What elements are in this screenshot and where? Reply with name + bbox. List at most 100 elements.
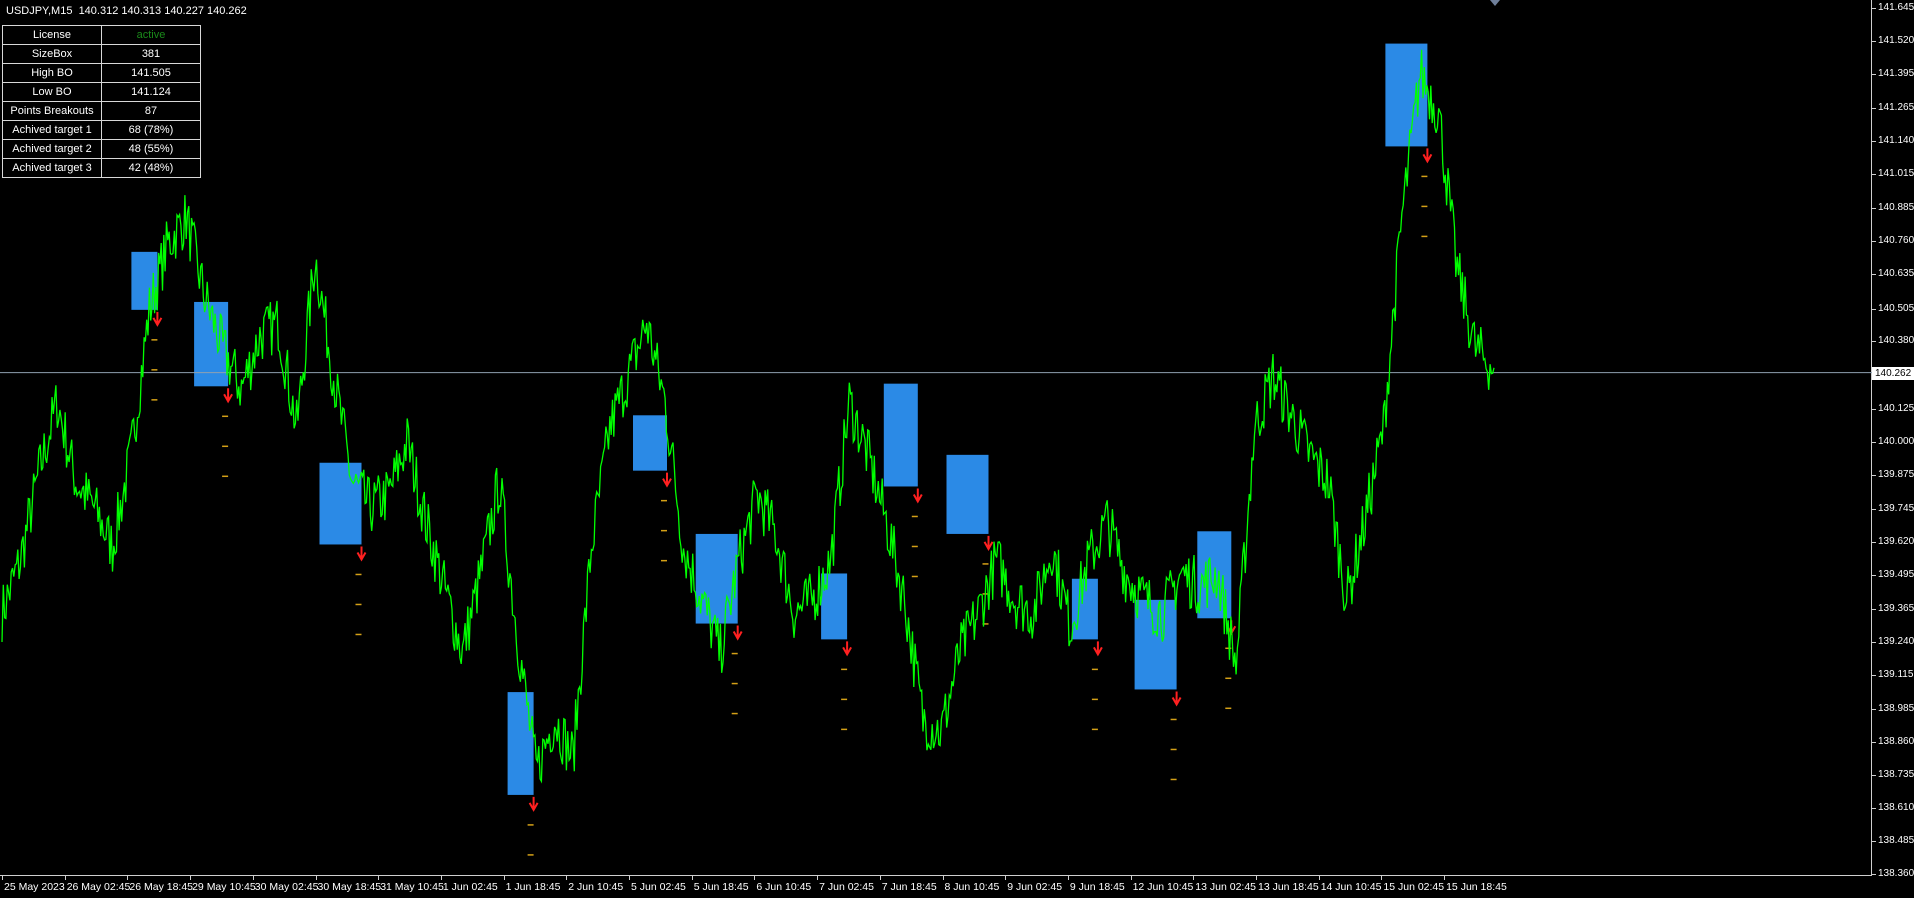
- time-tick-mark: [1067, 876, 1069, 880]
- price-tick-label: 138.985: [1878, 703, 1914, 715]
- time-tick-mark: [64, 876, 66, 880]
- time-tick-label: 5 Jun 18:45: [693, 881, 749, 893]
- info-label: SizeBox: [2, 44, 102, 64]
- symbol-label: USDJPY,M15: [6, 5, 73, 17]
- time-tick-mark: [1005, 876, 1007, 880]
- price-tick-mark: [1872, 775, 1876, 777]
- time-tick-label: 14 Jun 10:45: [1320, 881, 1382, 893]
- price-tick-label: 140.000: [1878, 435, 1914, 447]
- price-tick-label: 139.365: [1878, 603, 1914, 615]
- time-axis[interactable]: 25 May 2023 26 May 02:45 26 May 18:45 29 Ma…: [0, 876, 1872, 898]
- price-tick-label: 140.885: [1878, 202, 1914, 214]
- time-tick-mark: [1381, 876, 1383, 880]
- price-chart[interactable]: [0, 0, 1872, 876]
- info-row: High BO 141.505: [2, 63, 201, 83]
- info-row: Achived target 1 68 (78%): [2, 120, 201, 140]
- breakout-box: [633, 415, 667, 471]
- time-tick-mark: [503, 876, 505, 880]
- time-tick-label: 8 Jun 10:45: [944, 881, 1000, 893]
- info-value: 87: [101, 101, 201, 121]
- breakout-box: [507, 692, 534, 795]
- time-tick-mark: [691, 876, 693, 880]
- sell-arrow-icon: [842, 641, 852, 657]
- time-tick-mark: [629, 876, 630, 880]
- chart-area[interactable]: USDJPY,M15 140.312 140.313 140.227 140.2…: [0, 0, 1872, 876]
- time-tick-label: 25 May 2023: [4, 881, 65, 893]
- time-tick-label: 30 May 02:45: [254, 881, 319, 893]
- info-row: Low BO 141.124: [2, 82, 201, 102]
- price-tick-mark: [1872, 674, 1876, 676]
- price-tick-label: 139.745: [1878, 502, 1914, 514]
- price-tick-mark: [1872, 8, 1876, 9]
- info-value: 141.124: [101, 82, 201, 102]
- info-value: 381: [101, 44, 201, 64]
- price-tick-mark: [1872, 742, 1876, 744]
- time-tick-label: 15 Jun 02:45: [1383, 881, 1445, 893]
- price-tick-mark: [1872, 73, 1876, 75]
- price-tick-mark: [1872, 841, 1876, 843]
- time-tick-mark: [127, 876, 129, 880]
- price-tick-label: 140.505: [1878, 302, 1914, 314]
- price-tick-mark: [1872, 808, 1876, 810]
- price-tick-label: 141.015: [1878, 168, 1914, 180]
- time-tick-mark: [378, 876, 380, 880]
- time-tick-mark: [817, 876, 819, 880]
- time-tick-mark: [1318, 876, 1320, 880]
- price-tick-mark: [1872, 541, 1876, 543]
- info-row: Achived target 3 42 (48%): [2, 158, 201, 178]
- price-tick-mark: [1872, 874, 1876, 875]
- time-tick-label: 1 Jun 18:45: [505, 881, 561, 893]
- price-tick-mark: [1872, 441, 1876, 443]
- time-tick-label: 29 May 10:45: [192, 881, 256, 893]
- price-tick-label: 138.735: [1878, 769, 1914, 781]
- price-tick-label: 139.495: [1878, 568, 1914, 580]
- price-tick-label: 138.860: [1878, 736, 1914, 748]
- price-tick-label: 140.760: [1878, 235, 1914, 247]
- info-label: Achived target 2: [2, 139, 102, 159]
- info-label: Points Breakouts: [2, 101, 102, 121]
- price-axis[interactable]: 141.645 141.520 141.395 141.265 141.140 141.0…: [1872, 0, 1914, 879]
- info-value: 42 (48%): [101, 158, 201, 178]
- time-tick-mark: [1130, 876, 1132, 880]
- time-tick-label: 7 Jun 02:45: [819, 881, 874, 893]
- symbol-header: USDJPY,M15 140.312 140.313 140.227 140.2…: [6, 5, 247, 17]
- time-tick-label: 13 Jun 18:45: [1258, 881, 1319, 893]
- time-tick-label: 15 Jun 18:45: [1446, 881, 1507, 893]
- info-row: Points Breakouts 87: [2, 101, 201, 121]
- chart-shift-marker[interactable]: [1490, 0, 1500, 6]
- info-label: Achived target 3: [2, 158, 102, 178]
- sell-arrow-icon: [912, 488, 923, 504]
- sell-arrow-icon: [223, 388, 233, 404]
- info-value: 48 (55%): [101, 139, 201, 159]
- time-tick-mark: [1256, 876, 1257, 880]
- time-tick-label: 31 May 10:45: [380, 881, 444, 893]
- price-tick-mark: [1872, 241, 1876, 243]
- sell-arrow-icon: [356, 546, 367, 562]
- time-tick-label: 26 May 02:45: [66, 881, 131, 893]
- info-label: Low BO: [2, 82, 102, 102]
- price-tick-mark: [1872, 40, 1876, 42]
- time-tick-mark: [879, 876, 881, 880]
- price-tick-label: 139.875: [1878, 468, 1914, 480]
- price-tick-mark: [1872, 474, 1876, 476]
- breakout-box: [883, 383, 918, 487]
- info-label: License: [2, 25, 102, 45]
- price-tick-label: 141.520: [1878, 34, 1914, 46]
- time-tick-mark: [1444, 876, 1446, 880]
- price-tick-label: 141.265: [1878, 102, 1914, 114]
- price-tick-label: 140.380: [1878, 335, 1914, 347]
- sell-arrow-icon: [528, 796, 539, 812]
- sell-arrow-icon: [1093, 641, 1103, 657]
- price-tick-mark: [1872, 408, 1876, 410]
- time-tick-mark: [942, 876, 944, 880]
- price-tick-mark: [1872, 174, 1876, 176]
- time-tick-mark: [1193, 876, 1195, 880]
- price-tick-mark: [1872, 574, 1876, 576]
- sell-arrow-icon: [1171, 691, 1182, 707]
- time-tick-mark: [754, 876, 756, 880]
- info-row: License active: [2, 25, 201, 45]
- sell-arrow-icon: [732, 625, 743, 641]
- time-tick-label: 1 Jun 02:45: [442, 881, 498, 893]
- price-tick-label: 141.395: [1878, 67, 1914, 79]
- ohlc-values: 140.312 140.313 140.227 140.262: [78, 5, 247, 17]
